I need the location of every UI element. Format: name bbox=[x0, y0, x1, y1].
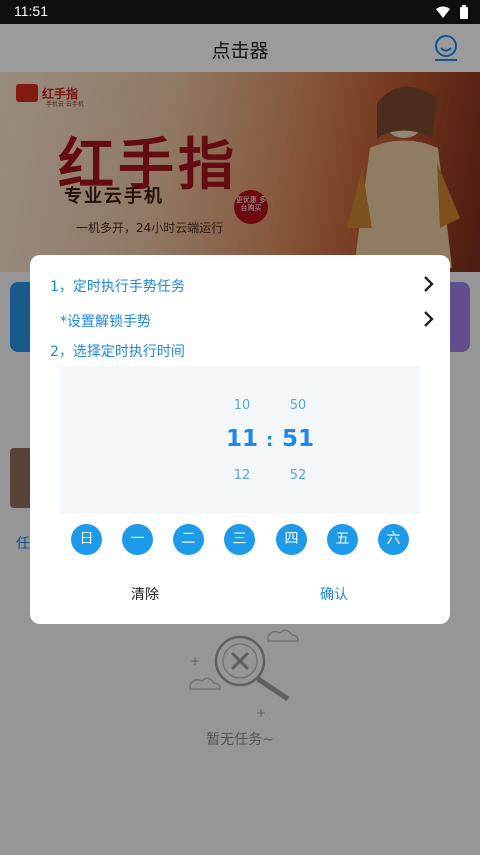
step1-sub-label: *设置解锁手势 bbox=[60, 314, 151, 330]
confirm-button[interactable]: 确认 bbox=[320, 584, 348, 604]
day-wednesday[interactable]: 三 bbox=[224, 524, 255, 555]
wifi-icon bbox=[436, 6, 450, 18]
step1-label: 1，定时执行手势任务 bbox=[50, 279, 185, 295]
schedule-dialog: 1，定时执行手势任务 *设置解锁手势 2，选择定时执行时间 10 11 12 :… bbox=[30, 255, 450, 624]
minute-next[interactable]: 52 bbox=[273, 468, 323, 483]
chevron-right-icon bbox=[424, 276, 434, 292]
day-sunday[interactable]: 日 bbox=[71, 524, 102, 555]
day-saturday[interactable]: 六 bbox=[378, 524, 409, 555]
clear-button[interactable]: 清除 bbox=[131, 584, 159, 604]
hour-current[interactable]: 11 bbox=[217, 426, 267, 452]
weekday-selector: 日 一 二 三 四 五 六 bbox=[71, 524, 409, 555]
set-unlock-gesture-row[interactable]: *设置解锁手势 bbox=[60, 311, 434, 331]
day-thursday[interactable]: 四 bbox=[276, 524, 307, 555]
time-picker[interactable]: 10 11 12 : 50 51 52 bbox=[60, 366, 420, 514]
status-bar: 11:51 bbox=[0, 0, 480, 24]
status-icons bbox=[436, 5, 468, 19]
status-time: 11:51 bbox=[14, 3, 48, 19]
day-friday[interactable]: 五 bbox=[327, 524, 358, 555]
hour-next[interactable]: 12 bbox=[217, 468, 267, 483]
day-tuesday[interactable]: 二 bbox=[173, 524, 204, 555]
minute-current[interactable]: 51 bbox=[273, 426, 323, 452]
hour-prev[interactable]: 10 bbox=[217, 398, 267, 413]
minute-prev[interactable]: 50 bbox=[273, 398, 323, 413]
battery-icon bbox=[460, 5, 468, 19]
day-monday[interactable]: 一 bbox=[122, 524, 153, 555]
step2-label: 2，选择定时执行时间 bbox=[50, 344, 185, 360]
chevron-right-icon bbox=[424, 311, 434, 327]
schedule-gesture-task-row[interactable]: 1，定时执行手势任务 bbox=[50, 276, 434, 296]
